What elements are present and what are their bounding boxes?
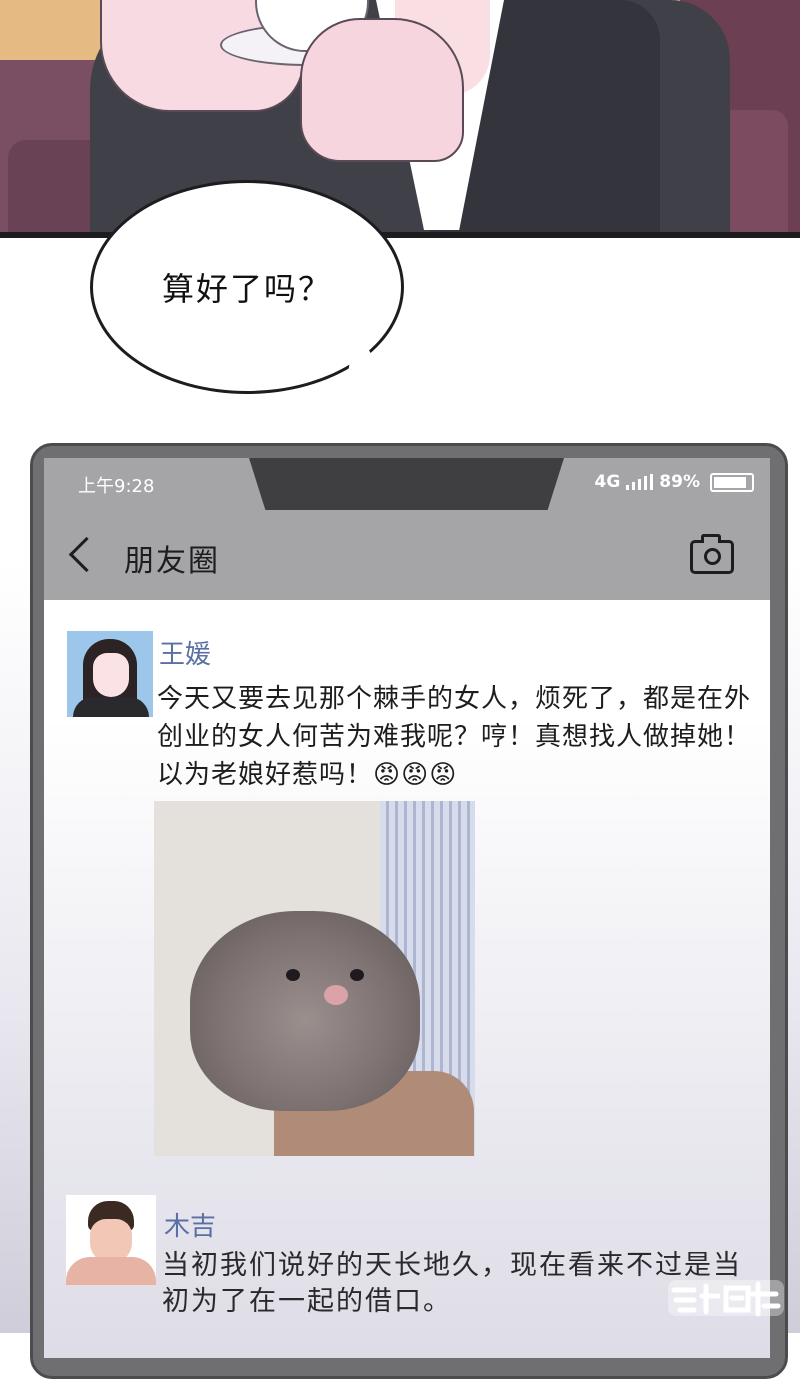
signal-icon <box>626 474 654 490</box>
watermark-logo <box>668 1280 784 1317</box>
battery-percent: 89% <box>659 472 700 492</box>
status-indicators: 4G 89% <box>594 472 754 492</box>
avatar[interactable] <box>66 1195 156 1285</box>
battery-icon <box>710 472 754 492</box>
hamster-photo[interactable] <box>154 801 475 1156</box>
avatar-face <box>93 653 129 697</box>
network-label: 4G <box>594 472 621 492</box>
character-hand-right <box>300 18 464 162</box>
moments-header: 朋友圈 <box>44 510 770 600</box>
status-time: 上午9:28 <box>78 476 155 497</box>
post-author-name[interactable]: 王媛 <box>159 634 211 671</box>
phone-screen: 上午9:28 4G 89% 朋友圈 王媛 今天又要去见那个棘手的女人，烦死了，都… <box>44 458 770 1358</box>
avatar-body <box>66 1257 156 1285</box>
comic-panel-art <box>0 0 800 238</box>
speech-bubble: 算好了吗？ <box>90 180 404 394</box>
speech-bubble-text: 算好了吗？ <box>161 270 332 308</box>
chevron-left-icon[interactable] <box>68 536 105 573</box>
post-text: 今天又要去见那个棘手的女人，烦死了，都是在外创业的女人何苦为难我呢？哼！真想找人… <box>157 684 752 790</box>
post-author-name[interactable]: 木吉 <box>164 1206 216 1243</box>
page-title: 朋友圈 <box>124 544 220 579</box>
hamster-eye-right <box>350 969 364 981</box>
speech-bubble-tail <box>346 327 391 387</box>
hamster-nose <box>324 985 348 1005</box>
hamster-eye-left <box>286 969 300 981</box>
avatar[interactable] <box>67 631 153 717</box>
hamster-image <box>190 911 420 1111</box>
avatar-body <box>73 697 149 717</box>
camera-icon[interactable] <box>690 534 734 574</box>
